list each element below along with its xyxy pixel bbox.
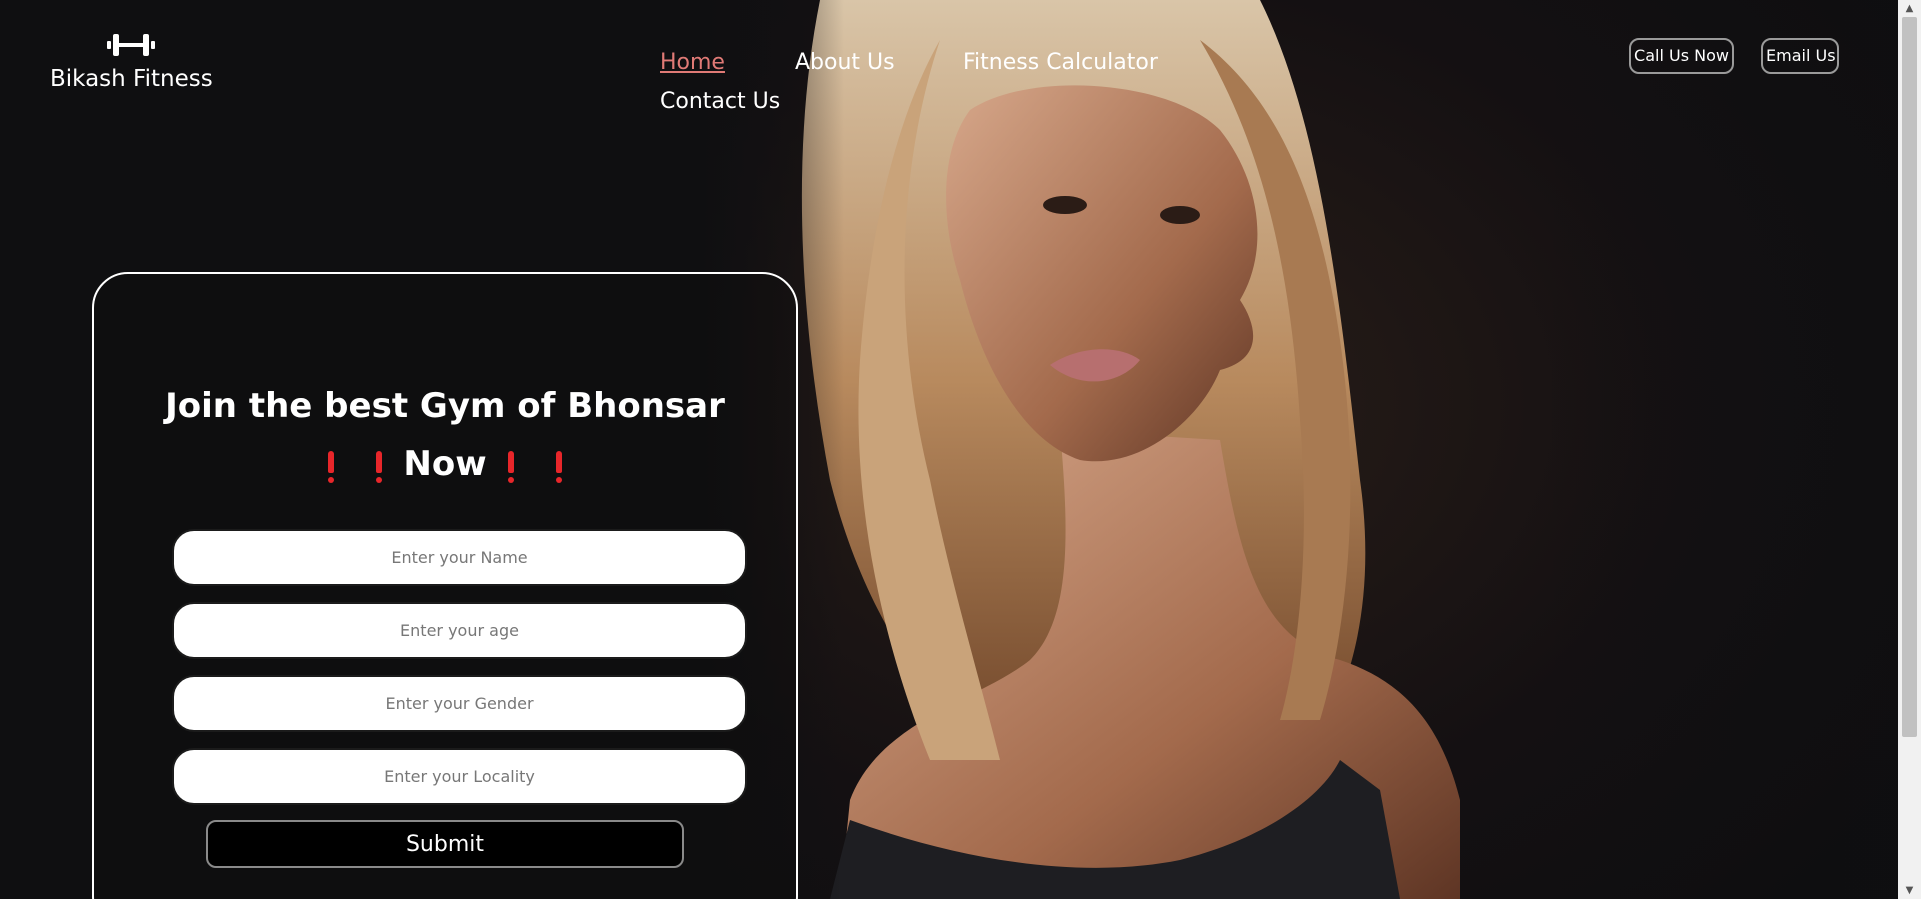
brand-name: Bikash Fitness: [50, 66, 213, 92]
nav-link-home[interactable]: Home: [660, 50, 725, 75]
nav-link-about[interactable]: About Us: [795, 50, 895, 75]
call-us-button[interactable]: Call Us Now: [1629, 38, 1734, 74]
form-title: Join the best Gym of Bhonsar: [165, 386, 725, 426]
exclamation-icon: [505, 449, 517, 483]
locality-input[interactable]: [172, 748, 747, 805]
hero-photo: [700, 0, 1900, 899]
email-us-button[interactable]: Email Us: [1761, 38, 1839, 74]
nav-link-contact[interactable]: Contact Us: [660, 89, 780, 114]
dumbbell-icon: [107, 34, 155, 56]
join-form-card: Join the best Gym of Bhonsar Now Submit: [92, 272, 798, 899]
nav-link-fitness-calculator[interactable]: Fitness Calculator: [963, 50, 1158, 75]
form-subtitle: Now: [94, 444, 796, 484]
exclamation-icon: [325, 449, 337, 483]
gender-input[interactable]: [172, 675, 747, 732]
page: Bikash Fitness Home About Us Fitness Cal…: [0, 0, 1921, 899]
age-input[interactable]: [172, 602, 747, 659]
form-subtitle-text: Now: [403, 444, 487, 484]
name-input[interactable]: [172, 529, 747, 586]
woman-portrait-image: [700, 0, 1900, 899]
scroll-up-arrow-icon[interactable]: ▲: [1898, 0, 1921, 17]
brand-logo[interactable]: Bikash Fitness: [50, 30, 213, 92]
submit-button[interactable]: Submit: [206, 820, 684, 868]
page-scrollbar[interactable]: ▲ ▼: [1898, 0, 1921, 899]
exclamation-icon: [553, 449, 565, 483]
scroll-down-arrow-icon[interactable]: ▼: [1898, 882, 1921, 899]
scrollbar-thumb[interactable]: [1902, 17, 1917, 737]
exclamation-icon: [373, 449, 385, 483]
